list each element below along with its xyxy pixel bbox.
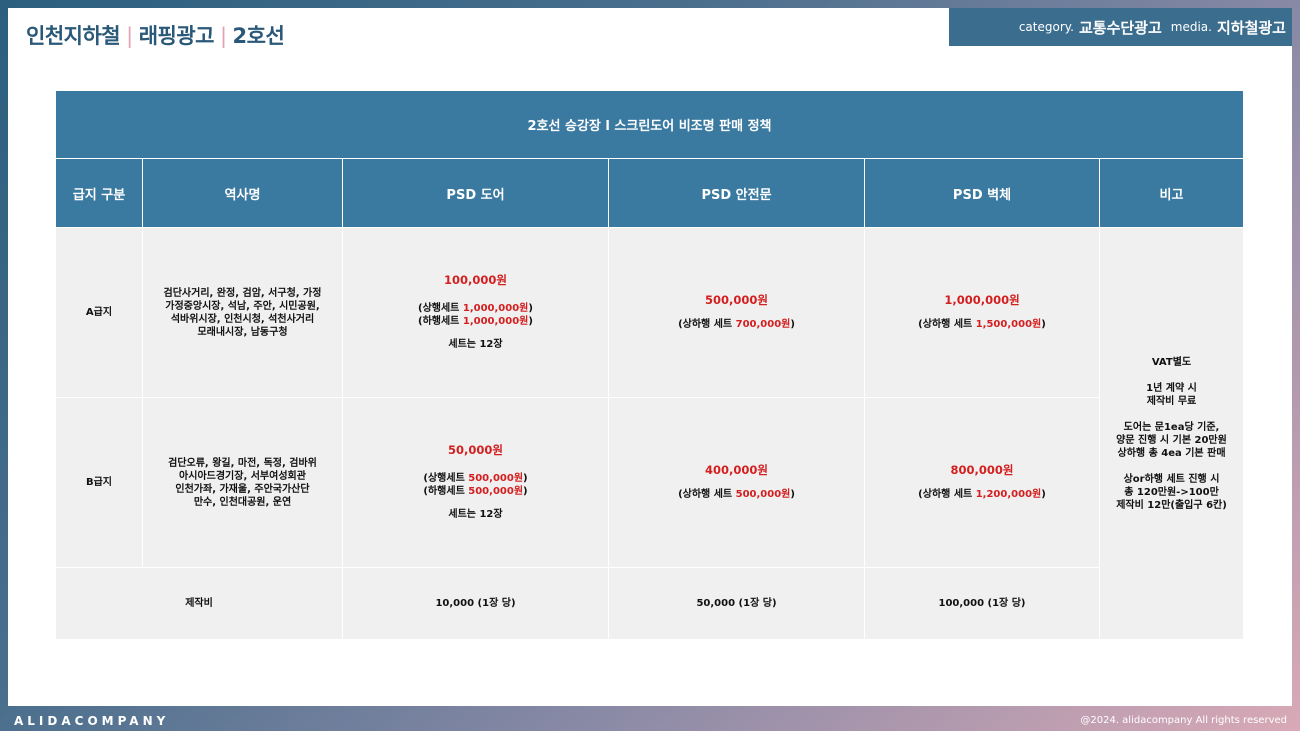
- table-row-production: 제작비 10,000 (1장 당) 50,000 (1장 당) 100,000 …: [55, 567, 1244, 640]
- door-set-down: (하행세트 1,000,000원): [418, 316, 533, 327]
- production-wall: 100,000 (1장 당): [864, 567, 1100, 640]
- copyright-text: @2024. alidacompany All rights reserved: [1080, 715, 1287, 726]
- title-separator: |: [219, 24, 227, 48]
- station-line: 검단오류, 왕길, 마전, 독정, 검바위: [168, 457, 317, 469]
- psd-safety-door-cell: 500,000원 (상하행 세트 700,000원): [608, 227, 865, 398]
- slide: 인천지하철 | 래핑광고 | 2호선 category. 교통수단광고 media. 지…: [8, 8, 1292, 706]
- column-header-psd-door: PSD 도어: [342, 158, 609, 228]
- column-header-psd-wall: PSD 벽체: [864, 158, 1100, 228]
- table-row: B급지 검단오류, 왕길, 마전, 독정, 검바위 아시아드경기장, 서부여성회…: [55, 397, 1244, 568]
- door-set-count: 세트는 12장: [448, 509, 503, 520]
- station-line: 석바위시장, 인천시청, 석천사거리: [170, 313, 315, 325]
- remark-contract: 1년 계약 시 제작비 무료: [1146, 382, 1197, 407]
- grade-cell: A급지: [55, 227, 143, 398]
- safety-price: 400,000원: [705, 463, 768, 477]
- column-header-grade: 급지 구분: [55, 158, 143, 228]
- door-set-up: (상행세트 500,000원): [423, 473, 528, 484]
- door-price: 50,000원: [448, 443, 503, 457]
- station-line: 가정중앙시장, 석남, 주안, 시민공원,: [165, 300, 320, 312]
- wall-set: (상하행 세트 1,200,000원): [918, 489, 1046, 500]
- remark-set-discount: 상or하행 세트 진행 시총 120만원->100만 제작비 12만(출입구 6칸…: [1116, 473, 1227, 511]
- production-label: 제작비: [55, 567, 343, 640]
- title-separator: |: [126, 24, 133, 48]
- title-line: 인천지하철: [26, 24, 121, 48]
- title-line-number: 2호선: [232, 24, 285, 48]
- column-header-psd-safety-door: PSD 안전문: [608, 158, 865, 228]
- station-line: 만수, 인천대공원, 운연: [193, 496, 292, 508]
- production-door: 10,000 (1장 당): [342, 567, 609, 640]
- table-row: A급지 검단사거리, 완정, 검암, 서구청, 가정 가정중앙시장, 석남, 주…: [55, 227, 1245, 640]
- station-line: 인천가좌, 가재울, 주안국가산단: [175, 483, 310, 495]
- wall-price: 800,000원: [950, 463, 1014, 477]
- door-set-up: (상행세트 1,000,000원): [418, 303, 533, 314]
- safety-price: 500,000원: [705, 293, 768, 307]
- title-category: 래핑광고: [138, 24, 215, 48]
- remark-vat: VAT별도: [1151, 356, 1192, 368]
- media-label: media.: [1170, 20, 1212, 34]
- stations-cell: 검단사거리, 완정, 검암, 서구청, 가정 가정중앙시장, 석남, 주안, 시…: [142, 227, 343, 398]
- remark-door-basis: 도어는 문1ea당 기준, 양문 진행 시 기본 20만원 상하행 총 4ea 기본…: [1116, 421, 1227, 459]
- media-value: 지하철광고: [1216, 18, 1286, 37]
- column-header-stations: 역사명: [142, 158, 343, 228]
- column-header-remarks: 비고: [1098, 158, 1245, 228]
- production-safety-door: 50,000 (1장 당): [608, 567, 865, 640]
- door-set-down: (하행세트 500,000원): [423, 486, 528, 497]
- category-label: category.: [1018, 20, 1074, 34]
- wall-price: 1,000,000원: [944, 293, 1020, 307]
- remarks-cell: VAT별도 1년 계약 시 제작비 무료 도어는 문1ea당 기준, 양문 진행 시…: [1098, 227, 1245, 640]
- pricing-table: 2호선 승강장 l 스크린도어 비조명 판매 정책 급지 구분 역사명 PSD …: [54, 90, 1245, 640]
- stations-cell: 검단오류, 왕길, 마전, 독정, 검바위 아시아드경기장, 서부여성회관 인천…: [142, 397, 343, 568]
- wall-set: (상하행 세트 1,500,000원): [918, 319, 1046, 330]
- grade-cell: B급지: [55, 397, 143, 568]
- psd-safety-door-cell: 400,000원 (상하행 세트 500,000원): [608, 397, 865, 568]
- station-line: 모래내시장, 남동구청: [197, 326, 288, 338]
- psd-wall-cell: 800,000원 (상하행 세트 1,200,000원): [864, 397, 1100, 568]
- category-value: 교통수단광고: [1078, 18, 1162, 37]
- safety-set: (상하행 세트 500,000원): [678, 489, 795, 500]
- table-title: 2호선 승강장 l 스크린도어 비조명 판매 정책: [54, 90, 1245, 159]
- psd-wall-cell: 1,000,000원 (상하행 세트 1,500,000원): [864, 227, 1100, 398]
- safety-set: (상하행 세트 700,000원): [678, 319, 795, 330]
- station-line: 아시아드경기장, 서부여성회관: [179, 470, 306, 482]
- page-title: 인천지하철 | 래핑광고 | 2호선: [26, 20, 285, 50]
- psd-door-cell: 50,000원 (상행세트 500,000원) (하행세트 500,000원) …: [342, 397, 609, 568]
- door-price: 100,000원: [444, 273, 507, 287]
- category-banner: category. 교통수단광고 media. 지하철광고: [949, 8, 1292, 46]
- door-set-count: 세트는 12장: [448, 339, 503, 350]
- psd-door-cell: 100,000원 (상행세트 1,000,000원) (하행세트 1,000,0…: [342, 227, 609, 398]
- brand-logo-text: ALIDACOMPANY: [14, 714, 170, 728]
- station-line: 검단사거리, 완정, 검암, 서구청, 가정: [163, 287, 322, 299]
